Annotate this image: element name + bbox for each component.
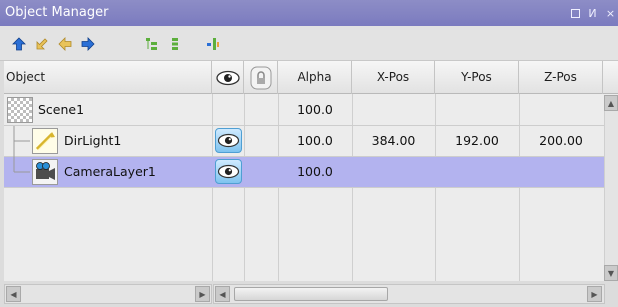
object-column-hscrollbar[interactable]: ◀ ▶ — [4, 284, 212, 304]
restore-icon[interactable] — [571, 8, 580, 18]
table-row[interactable]: Scene1 100.0 — [4, 95, 618, 126]
scene-thumbnail — [7, 97, 33, 123]
expand-tree-icon[interactable] — [145, 37, 159, 51]
visibility-toggle[interactable] — [215, 128, 242, 153]
scroll-down-icon[interactable]: ▼ — [604, 265, 618, 281]
alpha-value: 100.0 — [297, 133, 333, 148]
alpha-value: 100.0 — [297, 102, 333, 117]
scroll-up-icon[interactable]: ▲ — [604, 95, 618, 111]
table-row[interactable]: DirLight1 100.0 384.00 192.00 200.00 — [4, 126, 618, 157]
scroll-right-icon[interactable]: ▶ — [587, 286, 602, 302]
camera-layer-icon — [32, 159, 58, 185]
column-header-alpha[interactable]: Alpha — [278, 61, 352, 94]
pin-icon[interactable]: И — [587, 8, 598, 19]
toolbar — [0, 26, 618, 61]
window-title: Object Manager — [5, 5, 109, 20]
column-header-xpos[interactable]: X-Pos — [352, 61, 435, 94]
arrow-up-icon[interactable] — [12, 37, 26, 51]
column-header-ypos[interactable]: Y-Pos — [435, 61, 519, 94]
ypos-value[interactable]: 192.00 — [435, 126, 519, 156]
alpha-value: 100.0 — [297, 164, 333, 179]
scroll-right-icon[interactable]: ▶ — [195, 286, 210, 302]
scroll-left-icon[interactable]: ◀ — [6, 286, 21, 302]
collapse-tree-icon[interactable] — [170, 37, 184, 51]
scroll-thumb[interactable] — [234, 287, 388, 301]
column-header-zpos[interactable]: Z-Pos — [519, 61, 603, 94]
grid-header: Object Alpha X-Pos Y-Pos Z-Pos — [4, 61, 618, 94]
column-header-object[interactable]: Object — [4, 61, 212, 94]
directional-light-icon — [32, 128, 58, 154]
object-grid: Object Alpha X-Pos Y-Pos Z-Pos Scene1 10… — [4, 61, 618, 281]
object-name: CameraLayer1 — [64, 164, 156, 179]
zpos-value[interactable]: 200.00 — [519, 126, 603, 156]
object-name: DirLight1 — [64, 133, 122, 148]
arrow-left-icon[interactable] — [58, 37, 72, 51]
eye-icon[interactable] — [212, 61, 244, 94]
table-row[interactable]: CameraLayer1 100.0 — [4, 157, 618, 188]
sort-icon[interactable] — [206, 37, 220, 51]
lock-icon[interactable] — [244, 61, 278, 94]
arrow-right-icon[interactable] — [81, 37, 95, 51]
xpos-value[interactable]: 384.00 — [352, 126, 435, 156]
title-bar: Object Manager И × — [0, 0, 618, 26]
grid-hscrollbar[interactable]: ◀ ▶ — [213, 284, 605, 304]
vertical-scrollbar[interactable]: ▲ ▼ — [604, 95, 618, 281]
object-name: Scene1 — [38, 102, 85, 117]
scroll-left-icon[interactable]: ◀ — [215, 286, 230, 302]
arrow-down-left-icon[interactable] — [35, 37, 49, 51]
tree-connector-icon — [13, 126, 30, 157]
close-icon[interactable]: × — [605, 8, 616, 19]
tree-connector-icon — [13, 157, 30, 173]
visibility-toggle[interactable] — [215, 159, 242, 184]
